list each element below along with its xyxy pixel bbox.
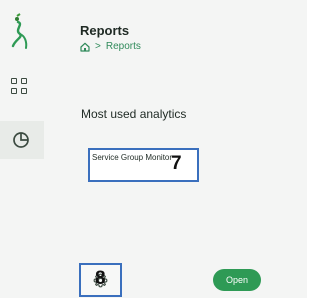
breadcrumb-current[interactable]: Reports	[106, 41, 141, 52]
annotation-marker-7: 7	[171, 153, 182, 174]
main-content: Reports > Reports Most used analytics Se…	[44, 0, 307, 298]
sidebar-item-analytics[interactable]	[0, 121, 44, 159]
analytics-card[interactable]: Service Group Monitor	[88, 148, 199, 182]
open-button[interactable]: Open	[213, 269, 261, 291]
breadcrumb: > Reports	[80, 41, 141, 52]
page-title: Reports	[80, 23, 130, 38]
pie-chart-icon	[13, 132, 29, 148]
home-icon[interactable]	[80, 42, 90, 52]
app: Reports > Reports Most used analytics Se…	[0, 0, 307, 298]
annotation-marker-8: 8	[95, 268, 106, 289]
breadcrumb-separator: >	[95, 41, 101, 52]
grid-icon[interactable]	[11, 78, 29, 96]
section-title: Most used analytics	[81, 107, 187, 121]
runner-logo[interactable]	[8, 12, 32, 52]
sidebar	[0, 0, 44, 298]
